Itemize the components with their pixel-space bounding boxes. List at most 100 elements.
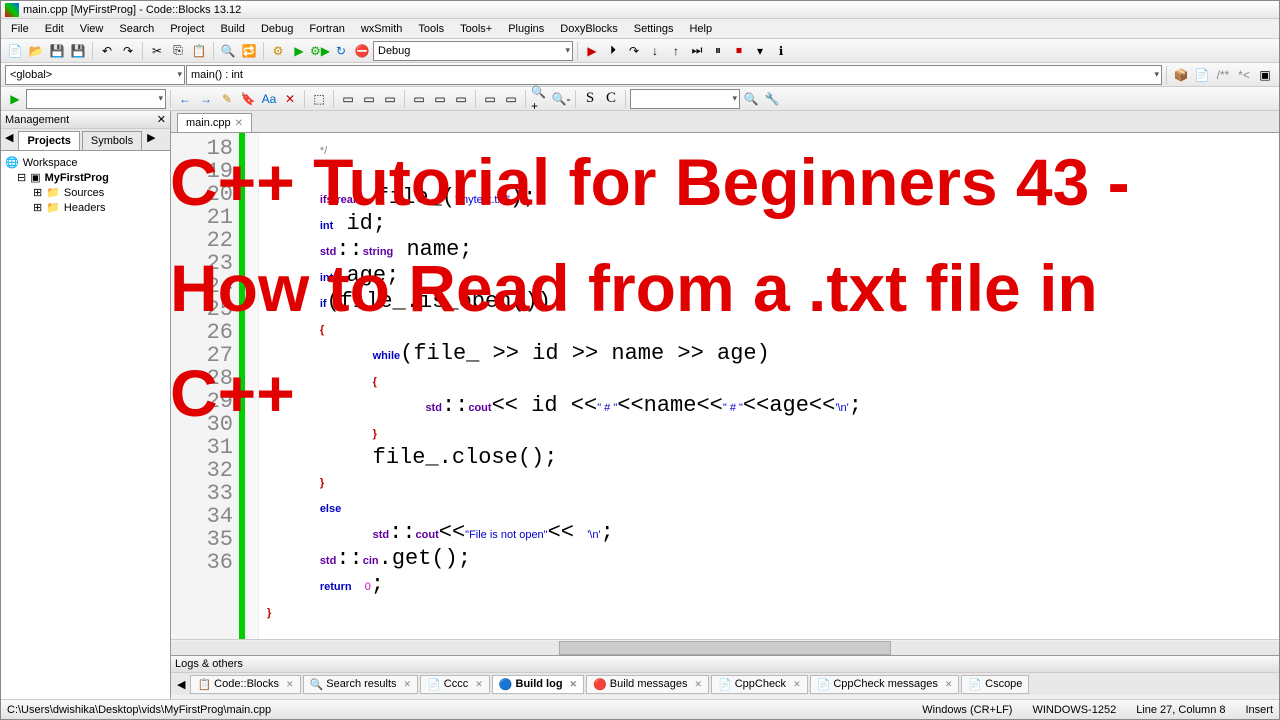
find-icon[interactable]: 🔍 xyxy=(218,41,238,61)
back-icon[interactable]: ← xyxy=(175,89,195,109)
tree-workspace[interactable]: 🌐 Workspace xyxy=(5,155,166,170)
log-tab-buildmsg[interactable]: 🔴 Build messages✕ xyxy=(586,675,709,694)
tree-headers[interactable]: ⊞ 📁 Headers xyxy=(5,200,166,215)
zoom-in-icon[interactable]: 🔍+ xyxy=(530,89,550,109)
redo-icon[interactable]: ↷ xyxy=(118,41,138,61)
menu-wxsmith[interactable]: wxSmith xyxy=(353,21,411,37)
expand-icon[interactable]: ⊞ xyxy=(33,201,42,214)
select-icon[interactable]: ⬚ xyxy=(309,89,329,109)
box3-icon[interactable]: ▭ xyxy=(380,89,400,109)
tree-project[interactable]: ⊟ ▣ MyFirstProg xyxy=(5,170,166,185)
c-icon[interactable]: C xyxy=(601,89,621,109)
build-run-icon[interactable]: ⚙▶ xyxy=(310,41,330,61)
box1-icon[interactable]: ▭ xyxy=(338,89,358,109)
clear-icon[interactable]: ✕ xyxy=(280,89,300,109)
tab-scroll-right-icon[interactable]: ▶ xyxy=(143,129,159,150)
doxy-block-icon[interactable]: 📦 xyxy=(1171,65,1191,85)
menu-fortran[interactable]: Fortran xyxy=(301,21,352,37)
save-all-icon[interactable]: 💾 xyxy=(68,41,88,61)
doxy-line-icon[interactable]: 📄 xyxy=(1192,65,1212,85)
log-tab-cccc[interactable]: 📄 Cccc✕ xyxy=(420,675,490,694)
nav-combo[interactable] xyxy=(26,89,166,109)
log-tab-buildlog[interactable]: 🔵 Build log✕ xyxy=(492,675,584,694)
file-tab-main[interactable]: main.cpp ✕ xyxy=(177,113,252,132)
menu-doxyblocks[interactable]: DoxyBlocks xyxy=(552,21,625,37)
debug-continue-icon[interactable]: ⏵ xyxy=(603,41,623,61)
doxy-comment-icon[interactable]: /** xyxy=(1213,65,1233,85)
jump-icon[interactable]: ▶ xyxy=(5,89,25,109)
expand-icon[interactable]: ⊞ xyxy=(33,186,42,199)
replace-icon[interactable]: 🔁 xyxy=(239,41,259,61)
new-file-icon[interactable]: 📄 xyxy=(5,41,25,61)
log-tab-cppcheck[interactable]: 📄 CppCheck✕ xyxy=(711,675,808,694)
paste-icon[interactable]: 📋 xyxy=(189,41,209,61)
debug-next-icon[interactable]: ⏭ xyxy=(687,41,707,61)
case-icon[interactable]: Aa xyxy=(259,89,279,109)
menu-search[interactable]: Search xyxy=(111,21,162,37)
abort-icon[interactable]: ⛔ xyxy=(352,41,372,61)
menu-help[interactable]: Help xyxy=(681,21,720,37)
build-target-combo[interactable]: Debug xyxy=(373,41,573,61)
search-opts-icon[interactable]: 🔧 xyxy=(762,89,782,109)
open-file-icon[interactable]: 📂 xyxy=(26,41,46,61)
box7-icon[interactable]: ▭ xyxy=(480,89,500,109)
box8-icon[interactable]: ▭ xyxy=(501,89,521,109)
search-go-icon[interactable]: 🔍 xyxy=(741,89,761,109)
box2-icon[interactable]: ▭ xyxy=(359,89,379,109)
horizontal-scrollbar[interactable] xyxy=(171,639,1279,655)
log-tab-cscope[interactable]: 📄 Cscope xyxy=(961,675,1029,694)
forward-icon[interactable]: → xyxy=(196,89,216,109)
tree-sources[interactable]: ⊞ 📁 Sources xyxy=(5,185,166,200)
copy-icon[interactable]: ⎘ xyxy=(168,41,188,61)
doxy-comment2-icon[interactable]: *< xyxy=(1234,65,1254,85)
tab-projects[interactable]: Projects xyxy=(18,131,79,150)
menu-toolsplus[interactable]: Tools+ xyxy=(452,21,500,37)
menu-project[interactable]: Project xyxy=(162,21,212,37)
fold-column[interactable] xyxy=(245,133,259,639)
menu-build[interactable]: Build xyxy=(212,21,252,37)
doxy-run-icon[interactable]: ▣ xyxy=(1255,65,1275,85)
save-icon[interactable]: 💾 xyxy=(47,41,67,61)
scope-combo-left[interactable]: <global> xyxy=(5,65,185,85)
menu-tools[interactable]: Tools xyxy=(410,21,452,37)
menu-view[interactable]: View xyxy=(72,21,112,37)
search-combo[interactable] xyxy=(630,89,740,109)
menu-settings[interactable]: Settings xyxy=(626,21,682,37)
close-icon[interactable]: ✕ xyxy=(157,113,166,126)
menu-plugins[interactable]: Plugins xyxy=(500,21,552,37)
close-tab-icon[interactable]: ✕ xyxy=(235,118,243,129)
step-into-icon[interactable]: ↓ xyxy=(645,41,665,61)
step-out-icon[interactable]: ↑ xyxy=(666,41,686,61)
tab-symbols[interactable]: Symbols xyxy=(82,131,142,150)
debug-pause-icon[interactable]: ⏸ xyxy=(708,41,728,61)
tab-scroll-left-icon[interactable]: ◀ xyxy=(1,129,17,150)
bookmark-icon[interactable]: 🔖 xyxy=(238,89,258,109)
box5-icon[interactable]: ▭ xyxy=(430,89,450,109)
box4-icon[interactable]: ▭ xyxy=(409,89,429,109)
debug-windows-icon[interactable]: ▾ xyxy=(750,41,770,61)
project-tree[interactable]: 🌐 Workspace ⊟ ▣ MyFirstProg ⊞ 📁 Sources … xyxy=(1,151,170,699)
log-tab-codeblocks[interactable]: 📋 Code::Blocks✕ xyxy=(190,675,300,694)
build-icon[interactable]: ⚙ xyxy=(268,41,288,61)
zoom-out-icon[interactable]: 🔍- xyxy=(551,89,571,109)
step-over-icon[interactable]: ↷ xyxy=(624,41,644,61)
log-tab-cppcheckmsg[interactable]: 📄 CppCheck messages✕ xyxy=(810,675,960,694)
run-icon[interactable]: ▶ xyxy=(289,41,309,61)
cut-icon[interactable]: ✂ xyxy=(147,41,167,61)
s-icon[interactable]: S xyxy=(580,89,600,109)
logs-scroll-left-icon[interactable]: ◀ xyxy=(173,678,189,691)
highlight-icon[interactable]: ✎ xyxy=(217,89,237,109)
box6-icon[interactable]: ▭ xyxy=(451,89,471,109)
debug-stop-icon[interactable]: ⏹ xyxy=(729,41,749,61)
undo-icon[interactable]: ↶ xyxy=(97,41,117,61)
menu-debug[interactable]: Debug xyxy=(253,21,301,37)
log-tab-search[interactable]: 🔍 Search results✕ xyxy=(303,675,419,694)
debug-start-icon[interactable]: ▶ xyxy=(582,41,602,61)
expand-icon[interactable]: ⊟ xyxy=(17,171,26,184)
scope-combo-right[interactable]: main() : int xyxy=(186,65,1162,85)
code-editor[interactable]: 18 19 20 21 22 23 24 25 26 27 28 29 30 3… xyxy=(171,133,1279,639)
debug-info-icon[interactable]: ℹ xyxy=(771,41,791,61)
code-content[interactable]: */ ifstream file_("mytext.txt"); int id;… xyxy=(259,133,1279,639)
rebuild-icon[interactable]: ↻ xyxy=(331,41,351,61)
menu-file[interactable]: File xyxy=(3,21,37,37)
